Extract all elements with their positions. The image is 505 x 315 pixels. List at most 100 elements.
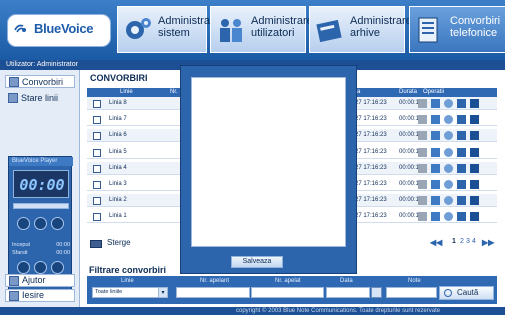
sidebar-item-ajutor[interactable]: Ajutor [5,274,75,287]
note-icon[interactable] [457,180,466,189]
save-icon[interactable] [431,115,440,125]
page-3[interactable]: 3 [466,238,470,245]
row-checkbox[interactable] [93,132,101,141]
delete-icon [90,240,102,248]
save-icon[interactable] [431,131,440,141]
search-button[interactable]: Caută [439,286,494,300]
delete-button[interactable]: Sterge [107,238,131,247]
edit-icon[interactable] [418,131,427,141]
nav-label: Convorbiri telefonice [450,15,501,39]
note-icon[interactable] [457,212,466,222]
cell-time: 27 17:16:23 [355,213,387,220]
filter-title: Filtrare convorbiri [89,265,167,275]
play-icon[interactable] [444,115,453,125]
filter-header-note: Note [408,278,421,284]
nav-label: Administrare utilizatori [251,15,313,39]
play-icon[interactable] [444,99,453,108]
cell-time: 27 17:16:23 [355,100,387,106]
play-icon[interactable] [444,163,453,173]
delete-row-icon[interactable] [470,115,479,125]
nav-convorbiri-telefonice[interactable]: Convorbiri telefonice [409,6,505,53]
save-icon[interactable] [431,196,440,206]
delete-row-icon[interactable] [470,212,479,222]
play-icon[interactable] [444,147,453,157]
row-checkbox[interactable] [93,116,101,125]
player-progress-bar[interactable] [13,203,69,209]
rewind-button[interactable] [17,217,30,230]
line-select[interactable]: Toate liniile ▾ [92,287,168,298]
edit-icon[interactable] [418,115,427,125]
save-icon[interactable] [431,212,440,222]
note-field[interactable] [386,287,437,298]
save-icon[interactable] [431,147,440,157]
page-4[interactable]: 4 [472,238,476,245]
play-icon[interactable] [444,196,453,206]
cell-time: 27 17:16:23 [355,197,387,204]
row-checkbox[interactable] [93,213,101,222]
forward-button[interactable] [51,217,64,230]
note-icon[interactable] [457,163,466,173]
edit-icon[interactable] [418,163,427,173]
delete-row-icon[interactable] [470,196,479,206]
row-operations [418,212,493,222]
note-icon[interactable] [457,147,466,157]
delete-row-icon[interactable] [470,131,479,141]
row-checkbox[interactable] [93,164,101,173]
edit-icon[interactable] [418,196,427,206]
cell-line: Linia 3 [109,181,127,187]
row-checkbox[interactable] [93,100,101,108]
col-operatii: Operatii [423,89,445,95]
filter-header-data: Data [340,278,353,284]
cell-time: 27 17:16:23 [355,148,387,155]
note-icon[interactable] [457,115,466,125]
play-button[interactable] [34,217,47,230]
sidebar-item-convorbiri[interactable]: Convorbiri [5,75,75,88]
save-icon[interactable] [431,163,440,173]
page-1[interactable]: 1 [452,238,456,245]
col-nr: Nr. [170,89,178,95]
next-page-icon[interactable]: ▶▶ [482,238,494,247]
edit-icon[interactable] [418,99,427,108]
edit-icon[interactable] [418,180,427,189]
play-icon[interactable] [444,180,453,189]
row-checkbox[interactable] [93,181,101,189]
called-number-field[interactable] [251,287,324,298]
nav-administrare-sistem[interactable]: Administrare sistem [117,6,220,53]
edit-icon[interactable] [418,147,427,157]
delete-row-icon[interactable] [470,99,479,108]
row-checkbox[interactable] [93,148,101,157]
row-operations [418,196,493,206]
record-button[interactable] [51,261,64,274]
pause-button[interactable] [34,261,47,274]
nav-administrare-arhive[interactable]: Administrare arhive [309,6,412,53]
note-icon[interactable] [457,196,466,206]
stop-button[interactable] [17,261,30,274]
sidebar-item-iesire[interactable]: Iesire [5,289,75,302]
row-operations [418,147,493,158]
note-icon[interactable] [457,99,466,108]
sidebar-item-stare-linii[interactable]: Stare linii [5,92,75,105]
prev-page-icon[interactable]: ◀◀ [430,238,442,247]
delete-row-icon[interactable] [470,147,479,157]
player-time: 00:00 [19,176,65,194]
page-2[interactable]: 2 [460,238,464,245]
archive-icon [316,19,342,43]
caller-number-field[interactable] [176,287,250,298]
date-field[interactable] [326,287,370,298]
delete-row-icon[interactable] [470,180,479,189]
sidebar-item-label: Convorbiri [22,77,64,87]
note-icon[interactable] [457,131,466,141]
save-icon[interactable] [431,180,440,189]
search-icon [444,289,452,297]
save-icon[interactable] [431,99,440,108]
save-button[interactable]: Salveaza [231,256,283,268]
player-controls-2 [17,261,65,274]
row-checkbox[interactable] [93,197,101,206]
nav-administrare-utilizatori[interactable]: Administrare utilizatori [210,6,313,53]
play-icon[interactable] [444,131,453,141]
edit-icon[interactable] [418,212,427,222]
calendar-icon[interactable] [371,287,382,298]
cell-time: 27 17:16:23 [355,116,387,123]
play-icon[interactable] [444,212,453,222]
delete-row-icon[interactable] [470,163,479,173]
